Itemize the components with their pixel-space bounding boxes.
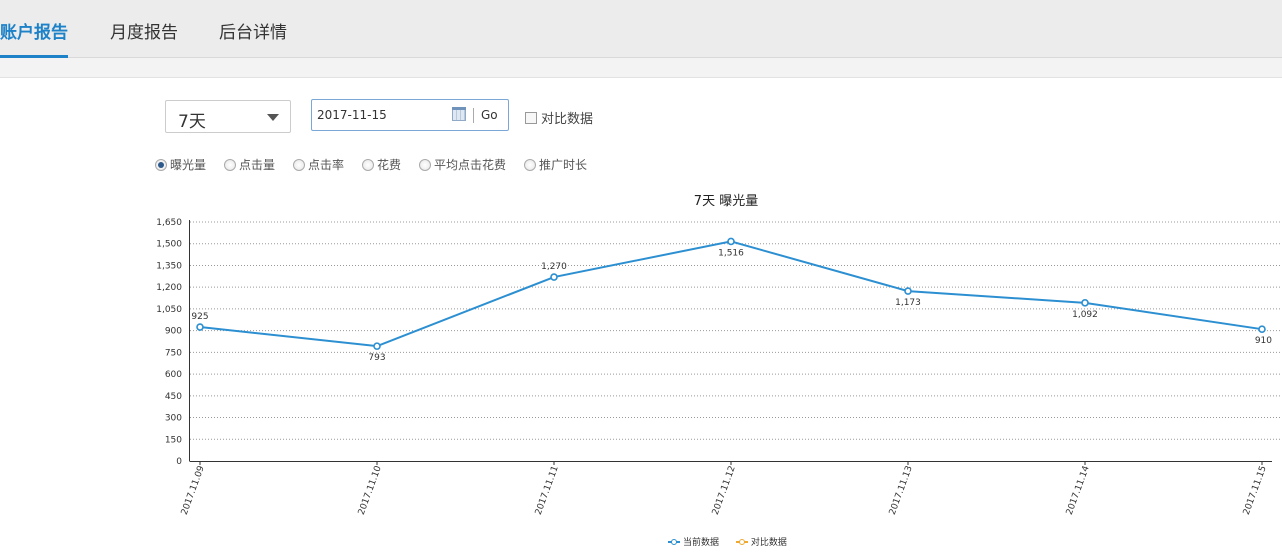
y-tick-label: 0 xyxy=(176,457,182,467)
y-tick-label: 1,650 xyxy=(156,218,182,228)
y-tick-label: 600 xyxy=(165,370,182,380)
y-tick-label: 150 xyxy=(165,435,182,445)
data-point xyxy=(1081,299,1089,307)
x-tick-label: 2017.11.15 xyxy=(1242,465,1269,517)
data-label: 1,270 xyxy=(541,262,567,272)
data-point xyxy=(550,273,558,281)
chart-legend: 当前数据 对比数据 xyxy=(668,535,801,548)
y-tick-label: 1,350 xyxy=(156,261,182,271)
data-point xyxy=(373,342,381,350)
legend-label: 对比数据 xyxy=(750,538,787,548)
legend-label: 当前数据 xyxy=(683,538,720,548)
x-tick-label: 2017.11.11 xyxy=(534,465,561,517)
y-tick-label: 1,200 xyxy=(156,283,182,293)
data-point xyxy=(1258,325,1266,333)
impressions-line-chart: 0 150 300 450 600 750 900 1,050 1,200 1,350 1,500 1… xyxy=(156,218,1282,517)
x-tick-label: 2017.11.09 xyxy=(180,464,207,516)
y-tick-label: 1,050 xyxy=(156,305,182,315)
legend-marker-icon xyxy=(735,538,748,546)
data-label: 1,092 xyxy=(1072,310,1098,320)
legend-item-current[interactable]: 当前数据 xyxy=(668,535,719,548)
x-tick-label: 2017.11.10 xyxy=(357,464,384,516)
y-tick-label: 300 xyxy=(165,414,182,424)
data-label: 925 xyxy=(191,312,208,322)
data-label: 1,516 xyxy=(718,248,744,258)
data-label: 793 xyxy=(368,353,385,363)
x-tick-label: 2017.11.14 xyxy=(1065,464,1092,516)
x-tick-label: 2017.11.12 xyxy=(711,465,738,517)
legend-marker-icon xyxy=(668,538,680,546)
data-point xyxy=(196,323,204,331)
data-label: 1,173 xyxy=(895,298,921,308)
y-tick-label: 450 xyxy=(165,392,182,402)
data-label: 910 xyxy=(1255,336,1272,346)
y-tick-label: 900 xyxy=(165,327,182,337)
data-point xyxy=(727,237,735,246)
y-tick-label: 1,500 xyxy=(156,240,182,250)
y-tick-label: 750 xyxy=(165,348,182,358)
data-point xyxy=(904,287,912,295)
legend-item-compare[interactable]: 对比数据 xyxy=(735,535,787,548)
x-tick-label: 2017.11.13 xyxy=(888,465,915,517)
